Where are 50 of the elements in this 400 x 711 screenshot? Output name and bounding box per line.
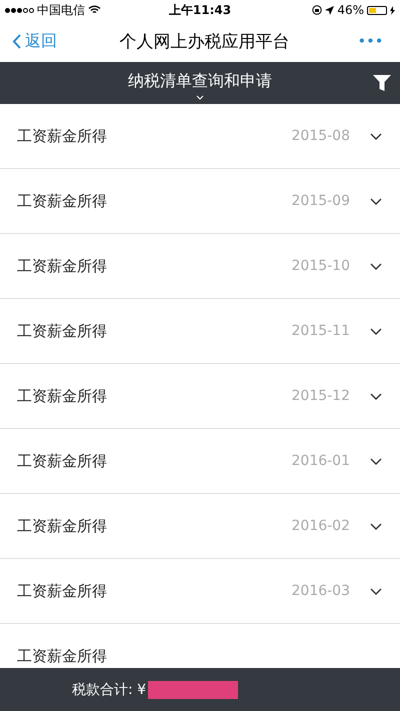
period-text: 2016-01 [292, 453, 350, 469]
list-item[interactable]: 工资薪金所得 2016-01 [0, 429, 400, 494]
caret-icon[interactable] [196, 94, 204, 100]
income-type: 工资薪金所得 [17, 582, 108, 600]
income-type: 工资薪金所得 [17, 516, 108, 536]
chevron-down-icon[interactable] [370, 198, 382, 204]
chevron-down-icon[interactable] [370, 522, 382, 530]
signal-icon [5, 8, 34, 12]
period-text: 2015-08 [292, 128, 350, 144]
battery-percent: 46% [337, 3, 364, 17]
income-type: 工资薪金所得 [17, 646, 108, 666]
list-item[interactable]: 工资薪金所得 2015-10 [0, 234, 400, 299]
period-text: 2015-09 [292, 193, 350, 209]
chevron-down-icon[interactable] [370, 392, 382, 400]
income-type: 工资薪金所得 [17, 322, 108, 340]
chevron-down-icon[interactable] [370, 328, 382, 334]
section-title: 纳税清单查询和申请 [128, 70, 272, 92]
income-type: 工资薪金所得 [17, 386, 108, 406]
period-text: 2015-11 [292, 323, 350, 339]
clock-text: 上午11:43 [168, 2, 232, 18]
list-item[interactable]: 工资薪金所得 2016-03 [0, 559, 400, 624]
chevron-down-icon[interactable] [370, 262, 382, 270]
more-button[interactable]: ••• [352, 34, 390, 48]
income-type: 工资薪金所得 [17, 126, 108, 146]
list-item[interactable]: 工资薪金所得 2015-12 [0, 364, 400, 429]
tax-total-label: 税款合计: ¥ [72, 680, 146, 698]
lock-icon [312, 5, 322, 15]
carrier-name: 中国电信 [37, 2, 85, 18]
page-title: 个人网上办税应用平台 [119, 30, 290, 52]
chevron-down-icon[interactable] [370, 588, 382, 594]
period-text: 2016-03 [292, 583, 350, 599]
list-item[interactable]: 工资薪金所得 2016-02 [0, 494, 400, 559]
back-button[interactable]: 返回 [12, 30, 57, 52]
income-type: 工资薪金所得 [17, 256, 108, 276]
battery-icon [367, 6, 387, 14]
period-text: 2015-12 [292, 388, 350, 404]
location-icon [325, 6, 334, 14]
list-item[interactable]: 工资薪金所得 2015-09 [0, 169, 400, 234]
period-text: 2015-10 [292, 258, 350, 274]
wifi-icon [88, 5, 101, 15]
list-item[interactable]: 工资薪金所得 2015-11 [0, 299, 400, 364]
chevron-down-icon[interactable] [370, 132, 382, 140]
back-chevron-icon [12, 34, 21, 48]
charging-icon [390, 6, 395, 14]
period-text: 2016-02 [292, 518, 350, 534]
income-type: 工资薪金所得 [17, 192, 108, 210]
chevron-down-icon[interactable] [370, 458, 382, 464]
filter-icon[interactable] [372, 73, 392, 93]
income-type: 工资薪金所得 [17, 452, 108, 470]
list-item[interactable]: 工资薪金所得 2015-08 [0, 104, 400, 169]
